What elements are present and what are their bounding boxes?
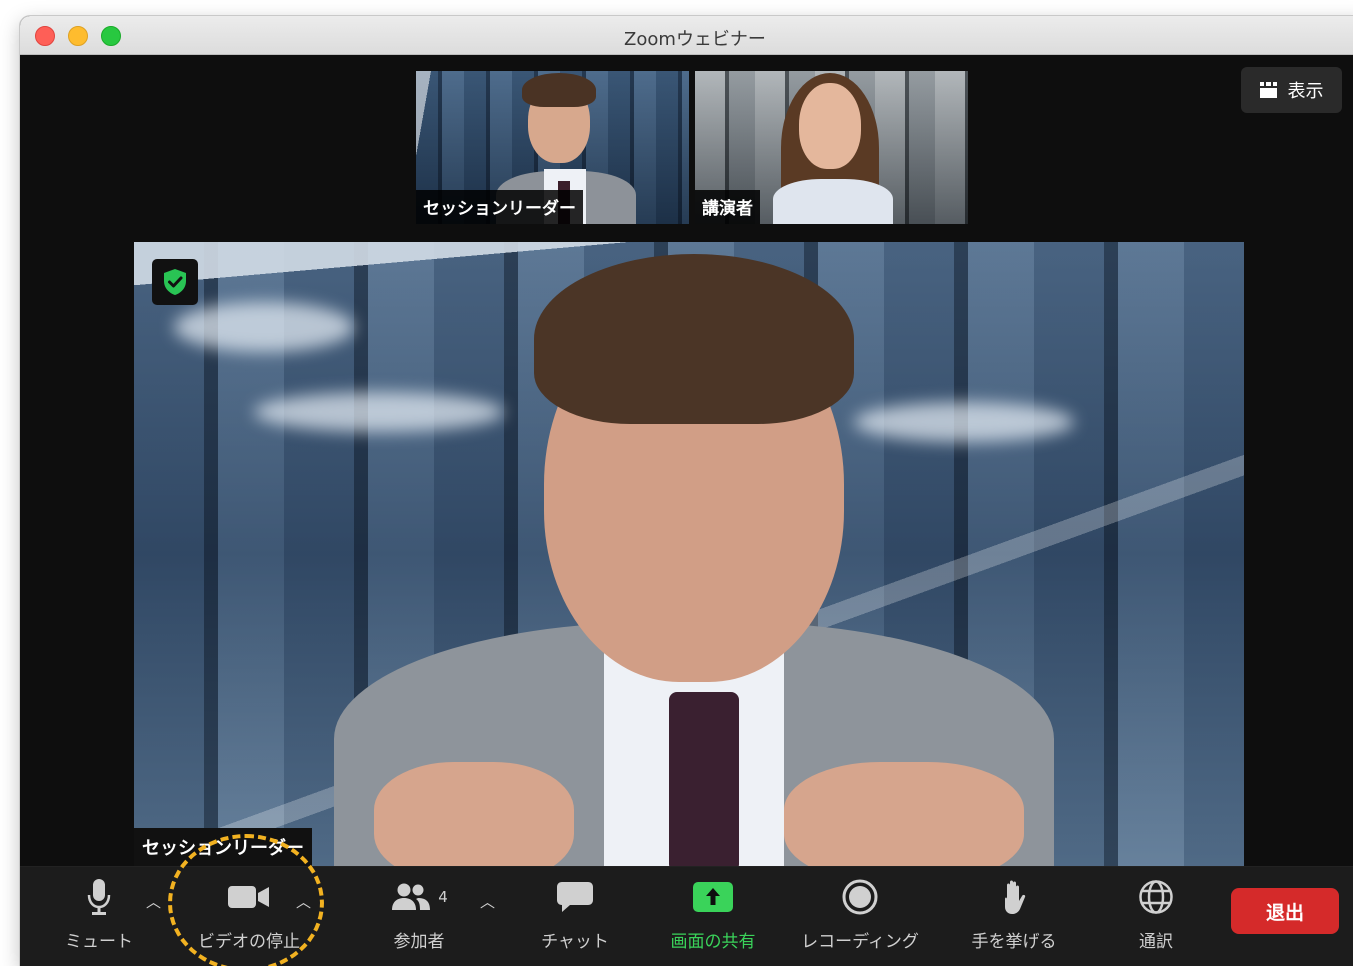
title-bar: Zoomウェビナー [20, 16, 1353, 55]
stop-video-button[interactable]: ビデオの停止 [194, 877, 304, 952]
raise-hand-label: 手を挙げる [971, 932, 1057, 952]
interpretation-button[interactable]: 通訳 [1101, 877, 1211, 952]
participant-name-label: 講演者 [695, 190, 760, 224]
interpretation-label: 通訳 [1139, 932, 1173, 952]
main-speaker-figure [134, 242, 1244, 866]
mute-button[interactable]: ミュート [44, 877, 154, 952]
participant-count: 4 [438, 888, 448, 906]
mute-label: ミュート [65, 932, 133, 952]
participants-button[interactable]: 4 参加者 [364, 877, 474, 952]
participants-options-chevron-icon[interactable]: ︿ [480, 891, 495, 912]
microphone-icon [44, 877, 154, 917]
video-camera-icon [194, 877, 304, 917]
participants-icon: 4 [364, 877, 474, 917]
thumbnail-session-leader[interactable]: セッションリーダー [416, 71, 689, 224]
chat-label: チャット [541, 932, 609, 952]
chat-button[interactable]: チャット [520, 877, 630, 952]
leave-button[interactable]: 退出 [1231, 888, 1339, 934]
record-icon [790, 877, 930, 917]
video-options-chevron-icon[interactable]: ︿ [296, 891, 311, 912]
window-title: Zoomウェビナー [624, 29, 766, 50]
record-button[interactable]: レコーディング [790, 877, 930, 952]
stop-video-label: ビデオの停止 [198, 932, 300, 952]
gallery-grid-icon [1259, 82, 1278, 98]
raise-hand-button[interactable]: 手を挙げる [959, 877, 1069, 952]
meeting-toolbar: ミュート ︿ ビデオの停止 ︿ 4 参加者 ︿ チャット 画面の共有 レコーディ… [20, 866, 1353, 966]
share-screen-button[interactable]: 画面の共有 [658, 877, 768, 952]
main-speaker-video[interactable]: セッションリーダー [134, 242, 1244, 866]
raise-hand-icon [959, 877, 1069, 917]
view-button[interactable]: 表示 [1241, 67, 1342, 113]
main-speaker-name-label: セッションリーダー [134, 828, 312, 866]
mute-options-chevron-icon[interactable]: ︿ [146, 891, 161, 912]
share-screen-label: 画面の共有 [670, 932, 756, 952]
view-button-label: 表示 [1287, 81, 1324, 102]
thumbnail-speaker[interactable]: 講演者 [695, 71, 968, 224]
record-label: レコーディング [801, 932, 919, 952]
encryption-shield-icon[interactable] [152, 259, 198, 305]
share-screen-icon [658, 877, 768, 917]
participants-label: 参加者 [393, 932, 445, 952]
globe-icon [1101, 877, 1211, 917]
participant-name-label: セッションリーダー [416, 190, 583, 224]
zoom-webinar-window: Zoomウェビナー 表示 セッションリーダー 講演者 セッションリーダー ミュー… [20, 16, 1353, 966]
chat-bubble-icon [520, 877, 630, 917]
